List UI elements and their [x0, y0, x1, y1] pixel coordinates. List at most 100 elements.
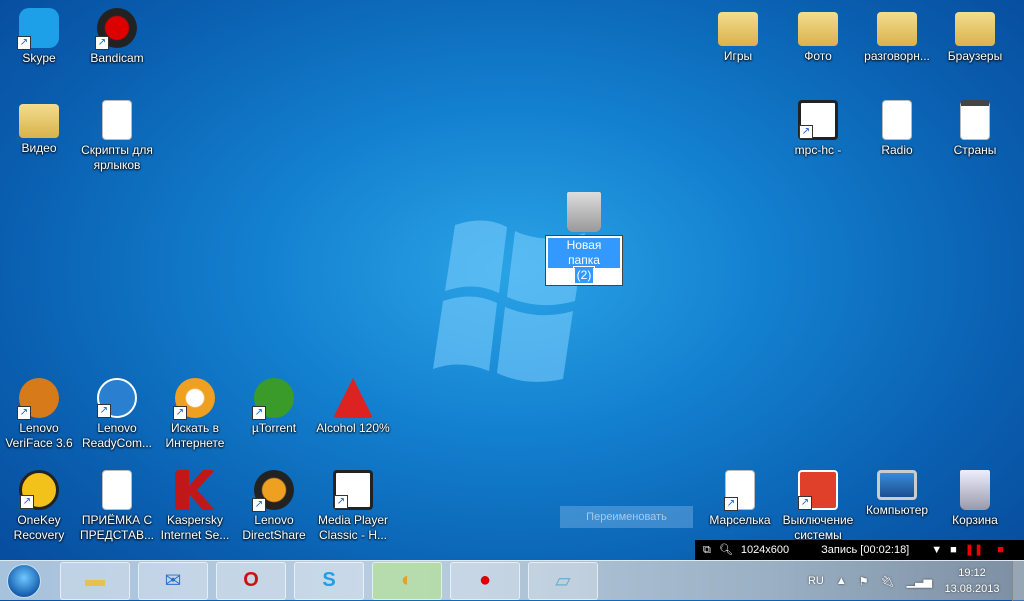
desktop-icon-bandicam[interactable]: ↗ Bandicam [78, 8, 156, 66]
skype-icon: ↗ [17, 8, 59, 50]
desktop-icon-photo[interactable]: Фото [779, 8, 857, 64]
recorder-bar: ⧉ 🔍︎ 1024x600 Запись [00:02:18] ▼ ■ ❚❚ ■ [695, 540, 1024, 560]
desktop-icon-utorrent[interactable]: ↗ µTorrent [235, 378, 313, 436]
kaspersky-icon [175, 470, 215, 510]
desktop-icon-scripts[interactable]: Скрипты для ярлыков [78, 100, 156, 173]
folder-icon: ▬ [85, 569, 105, 591]
desktop-icon-readycomm[interactable]: ↗ Lenovo ReadyCom... [78, 378, 156, 451]
taskbar-skype[interactable]: S [294, 561, 364, 600]
folder-icon [877, 12, 917, 46]
desktop-icon-priemka[interactable]: ПРИЁМКА С ПРЕДСТАВ... [78, 470, 156, 543]
desktop-icon-mpc[interactable]: ↗ mpc-hc - [779, 100, 857, 158]
bandicam-icon: ● [478, 569, 492, 591]
taskbar: ▬ ✉ O S ◐ ● ▱ RU ▲ ⚑ 🔌︎ ▁▃▅ 19:12 13.08.2… [0, 560, 1024, 601]
audio-file-icon [882, 100, 912, 140]
shortcut-arrow-icon: ↗ [20, 495, 34, 509]
stop-icon[interactable]: ■ [997, 540, 1004, 560]
folder-icon [955, 12, 995, 46]
opera-icon: O [243, 569, 259, 591]
desktop-icon-computer[interactable]: Компьютер [858, 470, 936, 518]
dropdown-icon[interactable]: ▼ [931, 540, 942, 560]
desktop-icon-kaspersky[interactable]: Kaspersky Internet Se... [156, 470, 234, 543]
mail-icon: ✉ [164, 570, 182, 592]
shortcut-arrow-icon: ↗ [252, 498, 266, 512]
shortcut-arrow-icon: ↗ [798, 496, 812, 510]
power-icon: ↗ [798, 470, 838, 510]
desktop-icon-mpc-hc[interactable]: ↗ Media Player Classic - H... [314, 470, 392, 543]
shortcut-arrow-icon: ↗ [724, 497, 738, 511]
calendar-icon [960, 100, 990, 140]
desktop-icon-radio[interactable]: Radio [858, 100, 936, 158]
shortcut-arrow-icon: ↗ [799, 125, 813, 139]
folder-icon [798, 12, 838, 46]
notepad-icon: ▱ [555, 570, 571, 592]
desktop-icon-razgovor[interactable]: разговорн... [858, 8, 936, 64]
action-center-flag-icon[interactable]: ⚑ [859, 575, 869, 588]
mpc-icon: ↗ [798, 100, 838, 140]
recorder-status: Запись [00:02:18] [821, 544, 910, 556]
clock-time: 19:12 [958, 567, 986, 579]
computer-icon [877, 470, 917, 500]
utorrent-icon: ↗ [252, 378, 294, 420]
taskbar-notepad[interactable]: ▱ [528, 561, 598, 600]
taskbar-app-active[interactable]: ◐ [372, 561, 442, 600]
windows-orb-icon [7, 563, 41, 598]
folder-icon [718, 12, 758, 46]
power-plug-icon[interactable]: 🔌︎ [881, 575, 895, 588]
search-internet-icon: ↗ [173, 378, 215, 420]
shortcut-arrow-icon: ↗ [97, 404, 111, 418]
desktop-icon-video[interactable]: Видео [0, 100, 78, 156]
network-signal-icon[interactable]: ▁▃▅ [907, 575, 932, 588]
taskbar-opera[interactable]: O [216, 561, 286, 600]
skype-icon: S [322, 569, 336, 591]
show-desktop-button[interactable] [1012, 561, 1024, 601]
window-mode-icon[interactable]: ⧉ [703, 540, 711, 560]
recycle-bin-icon [960, 470, 990, 510]
alcohol-icon [333, 378, 373, 418]
document-icon [102, 100, 132, 140]
show-hidden-icons[interactable]: ▲ [836, 575, 847, 587]
desktop-icon-veriface[interactable]: ↗ Lenovo VeriFace 3.6 [0, 378, 78, 451]
app-icon: ◐ [400, 569, 414, 591]
folder-icon [19, 104, 59, 138]
desktop-icon-browsers[interactable]: Браузеры [936, 8, 1014, 64]
taskbar-mail[interactable]: ✉ [138, 561, 208, 600]
onekey-icon: ↗ [19, 470, 59, 510]
desktop-icon-directshare[interactable]: ↗ Lenovo DirectShare [235, 470, 313, 543]
desktop-icon-search-internet[interactable]: ↗ Искать в Интернете [156, 378, 234, 451]
clock-date: 13.08.2013 [944, 583, 1000, 595]
document-icon: ↗ [724, 470, 755, 511]
desktop-icon-skype[interactable]: ↗ Skype [0, 8, 78, 66]
rename-hint: Переименовать [560, 506, 693, 528]
shortcut-arrow-icon: ↗ [334, 495, 348, 509]
desktop-icon-alcohol[interactable]: Alcohol 120% [314, 378, 392, 436]
pause-icon[interactable]: ❚❚ [965, 540, 983, 560]
clock[interactable]: 19:12 13.08.2013 [944, 565, 1000, 597]
desktop-icon-countries[interactable]: Страны [936, 100, 1014, 158]
bandicam-icon: ↗ [95, 8, 137, 50]
readycomm-icon: ↗ [97, 378, 137, 418]
shortcut-arrow-icon: ↗ [252, 406, 266, 420]
desktop-icon-marselka[interactable]: ↗ Марселька [701, 470, 779, 528]
recycle-bin-icon [567, 192, 601, 232]
veriface-icon: ↗ [17, 378, 59, 420]
desktop-icon-new-folder-renaming[interactable]: Новая папка (2) [545, 192, 623, 286]
directshare-icon: ↗ [252, 470, 294, 512]
camera-icon[interactable]: ■ [950, 540, 957, 560]
desktop-icon-recycle-bin[interactable]: Корзина [936, 470, 1014, 528]
start-button[interactable] [0, 561, 48, 601]
zoom-icon[interactable]: 🔍︎ [719, 540, 733, 560]
desktop-icon-shutdown[interactable]: ↗ Выключение системы [779, 470, 857, 543]
system-tray: RU ▲ ⚑ 🔌︎ ▁▃▅ 19:12 13.08.2013 [808, 561, 1024, 601]
mpc-icon: ↗ [333, 470, 373, 510]
document-icon [102, 470, 132, 510]
shortcut-arrow-icon: ↗ [17, 406, 31, 420]
shortcut-arrow-icon: ↗ [95, 36, 109, 50]
desktop-icon-onekey[interactable]: ↗ OneKey Recovery [0, 470, 78, 543]
desktop-icon-games[interactable]: Игры [699, 8, 777, 64]
taskbar-bandicam[interactable]: ● [450, 561, 520, 600]
language-indicator[interactable]: RU [808, 575, 824, 587]
rename-input[interactable]: Новая папка (2) [545, 235, 623, 286]
recorder-resolution: 1024x600 [740, 544, 790, 556]
taskbar-explorer[interactable]: ▬ [60, 561, 130, 600]
